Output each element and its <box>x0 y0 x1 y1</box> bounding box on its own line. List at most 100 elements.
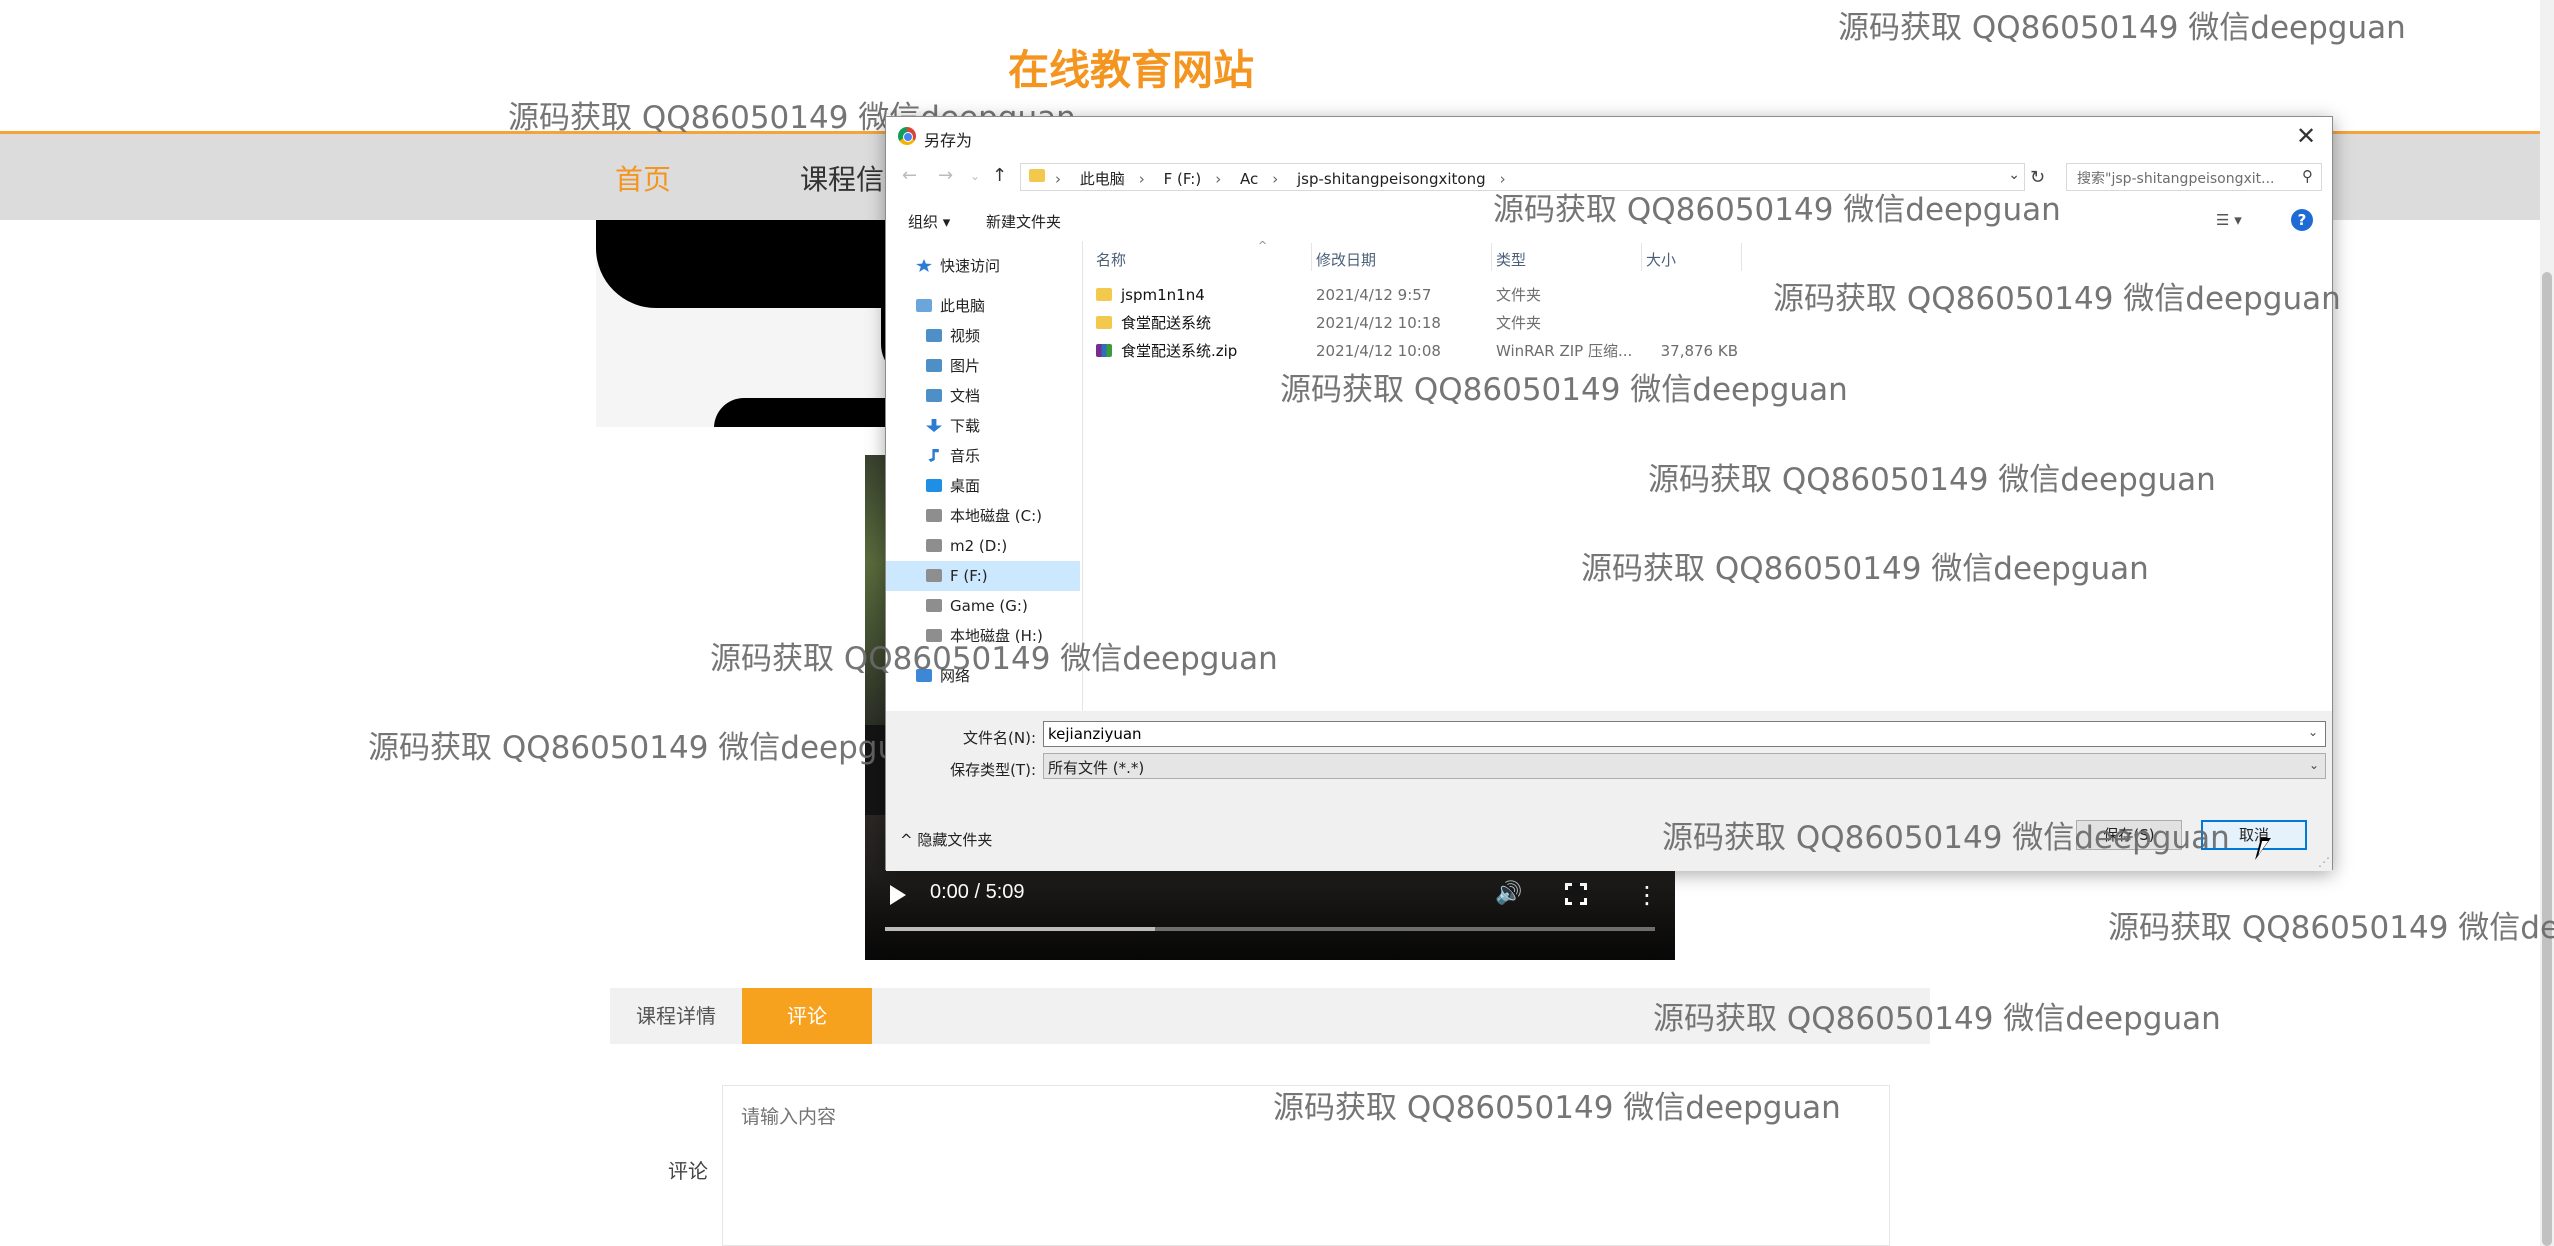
network-icon <box>916 669 932 682</box>
column-date[interactable]: 修改日期 <box>1316 249 1376 270</box>
breadcrumb-project[interactable]: jsp-shitangpeisongxitong <box>1297 170 1486 188</box>
more-options-icon[interactable]: ⋮ <box>1635 881 1659 909</box>
sort-ascending-icon: ^ <box>1258 239 1268 252</box>
nav-item-label: 视频 <box>950 327 981 345</box>
video-folder-icon <box>926 329 942 342</box>
chevron-down-icon[interactable]: ⌄ <box>2008 167 2020 183</box>
watermark-text: 源码获取 QQ86050149 微信deepguan <box>368 730 936 766</box>
drive-icon <box>926 569 942 582</box>
nav-item-label: m2 (D:) <box>950 537 1008 555</box>
chevron-down-icon: ⌄ <box>2308 758 2319 772</box>
download-icon <box>926 419 942 432</box>
folder-icon <box>1096 288 1112 301</box>
nav-item-label: 网络 <box>940 667 971 685</box>
recent-locations-icon[interactable]: ⌄ <box>970 169 980 183</box>
back-arrow-icon[interactable]: ← <box>902 165 917 186</box>
play-icon[interactable] <box>890 885 906 905</box>
tab-course-detail[interactable]: 课程详情 <box>610 988 742 1044</box>
search-input[interactable]: 搜索"jsp-shitangpeisongxit... ⚲ <box>2066 163 2322 191</box>
organize-button[interactable]: 组织 ▾ <box>908 211 950 232</box>
page-scrollbar[interactable] <box>2540 0 2554 1246</box>
nav-network[interactable]: 网络 <box>916 661 1106 691</box>
breadcrumb-drive-f[interactable]: F (F:) <box>1164 170 1202 188</box>
file-type: WinRAR ZIP 压缩... <box>1496 342 1633 360</box>
breadcrumb-ac[interactable]: Ac <box>1240 170 1258 188</box>
drive-icon <box>926 509 942 522</box>
nav-course-info[interactable]: 课程信 <box>800 158 884 198</box>
nav-item-label: 音乐 <box>950 447 981 465</box>
winrar-archive-icon <box>1096 344 1112 357</box>
up-arrow-icon[interactable]: ↑ <box>992 165 1007 186</box>
save-as-dialog: 另存为 ✕ ← → ⌄ ↑ › 此电脑 › F (F:) › Ac › jsp-shi… <box>885 116 2333 871</box>
dialog-toolbar: 组织 ▾ 新建文件夹 ☰ ▾ ? <box>886 199 2332 241</box>
picture-folder-icon <box>926 359 942 372</box>
nav-item-label: 本地磁盘 (C:) <box>950 507 1042 525</box>
hide-folders-label: 隐藏文件夹 <box>917 831 993 849</box>
nav-home[interactable]: 首页 <box>615 158 671 198</box>
nav-item-label: 文档 <box>950 387 981 405</box>
video-buffered-bar <box>885 927 1155 931</box>
pane-divider[interactable] <box>1082 241 1083 711</box>
nav-item-label: F (F:) <box>950 567 988 585</box>
video-time: 0:00 / 5:09 <box>930 881 1025 903</box>
tab-comment[interactable]: 评论 <box>742 988 872 1044</box>
chevron-up-icon: ^ <box>900 831 918 849</box>
nav-this-pc[interactable]: 此电脑 <box>916 291 1106 321</box>
watermark-text: 源码获取 QQ86050149 微信deepguan <box>2108 910 2554 946</box>
view-options-icon[interactable]: ☰ ▾ <box>2216 211 2242 229</box>
forward-arrow-icon[interactable]: → <box>938 165 953 186</box>
page-scrollbar-thumb[interactable] <box>2542 272 2552 1246</box>
filetype-select[interactable]: 所有文件 (*.*) ⌄ <box>1043 753 2326 779</box>
star-icon <box>916 259 932 272</box>
file-date: 2021/4/12 10:08 <box>1316 342 1441 360</box>
nav-item-label: Game (G:) <box>950 597 1028 615</box>
navigation-pane: 快速访问 此电脑 视频 图片 文档 下载 音乐 桌面 本地磁盘 (C:) m2 … <box>886 241 1082 711</box>
dialog-footer: 文件名(N): ⌄ 保存类型(T): 所有文件 (*.*) ⌄ ^ 隐藏文件夹 … <box>886 711 2332 871</box>
file-row[interactable]: jspm1n1n4 2021/4/12 9:57 文件夹 <box>1086 281 1866 309</box>
course-tabs: 课程详情 评论 <box>610 988 1930 1044</box>
new-folder-button[interactable]: 新建文件夹 <box>986 211 1061 232</box>
address-row: ← → ⌄ ↑ › 此电脑 › F (F:) › Ac › jsp-shitangpe… <box>886 157 2332 199</box>
filetype-label: 保存类型(T): <box>950 761 1036 779</box>
breadcrumb-this-pc[interactable]: 此电脑 <box>1080 170 1125 188</box>
nav-drive-f[interactable]: F (F:) <box>886 561 1080 591</box>
file-row[interactable]: 食堂配送系统.zip 2021/4/12 10:08 WinRAR ZIP 压缩… <box>1086 337 1866 365</box>
file-row[interactable]: 食堂配送系统 2021/4/12 10:18 文件夹 <box>1086 309 1866 337</box>
filetype-value: 所有文件 (*.*) <box>1048 759 1145 777</box>
fullscreen-icon[interactable] <box>1565 883 1587 905</box>
drive-icon <box>926 539 942 552</box>
comment-input[interactable] <box>722 1085 1890 1246</box>
save-button[interactable]: 保存(S) <box>2076 820 2182 850</box>
nav-item-label: 图片 <box>950 357 981 375</box>
file-name: 食堂配送系统 <box>1121 314 1212 332</box>
folder-icon <box>1096 316 1112 329</box>
document-folder-icon <box>926 389 942 402</box>
address-bar[interactable]: › 此电脑 › F (F:) › Ac › jsp-shitangpeisongxit… <box>1020 163 2025 191</box>
volume-icon[interactable]: 🔊 <box>1495 881 1522 907</box>
nav-item-label: 快速访问 <box>940 257 1001 275</box>
column-name[interactable]: 名称 <box>1096 249 1126 270</box>
file-name: 食堂配送系统.zip <box>1121 342 1238 360</box>
column-size[interactable]: 大小 <box>1646 249 1676 270</box>
resize-grip-icon[interactable]: ⋰ <box>2318 855 2330 869</box>
file-type: 文件夹 <box>1496 286 1542 304</box>
nav-item-label: 下载 <box>950 417 981 435</box>
nav-item-label: 桌面 <box>950 477 981 495</box>
hide-folders-toggle[interactable]: ^ 隐藏文件夹 <box>900 829 992 850</box>
column-type[interactable]: 类型 <box>1496 249 1526 270</box>
close-icon[interactable]: ✕ <box>2288 121 2324 151</box>
file-name: jspm1n1n4 <box>1121 286 1205 304</box>
music-icon <box>928 449 939 462</box>
filename-field[interactable] <box>1043 721 2326 747</box>
video-progress-bar[interactable] <box>885 927 1655 931</box>
drive-icon <box>926 629 942 642</box>
dialog-titlebar[interactable]: 另存为 ✕ <box>886 117 2332 157</box>
help-icon[interactable]: ? <box>2291 209 2313 231</box>
nav-item-label: 本地磁盘 (H:) <box>950 627 1043 645</box>
nav-item-label: 此电脑 <box>940 297 986 315</box>
nav-quick-access[interactable]: 快速访问 <box>916 251 1106 281</box>
refresh-icon[interactable]: ↻ <box>2030 167 2045 188</box>
cancel-button[interactable]: 取消 <box>2201 820 2307 850</box>
file-list: ^ 名称 修改日期 类型 大小 jspm1n1n4 2021/4/12 9:57… <box>1086 239 2332 711</box>
chevron-down-icon[interactable]: ⌄ <box>2308 725 2318 739</box>
